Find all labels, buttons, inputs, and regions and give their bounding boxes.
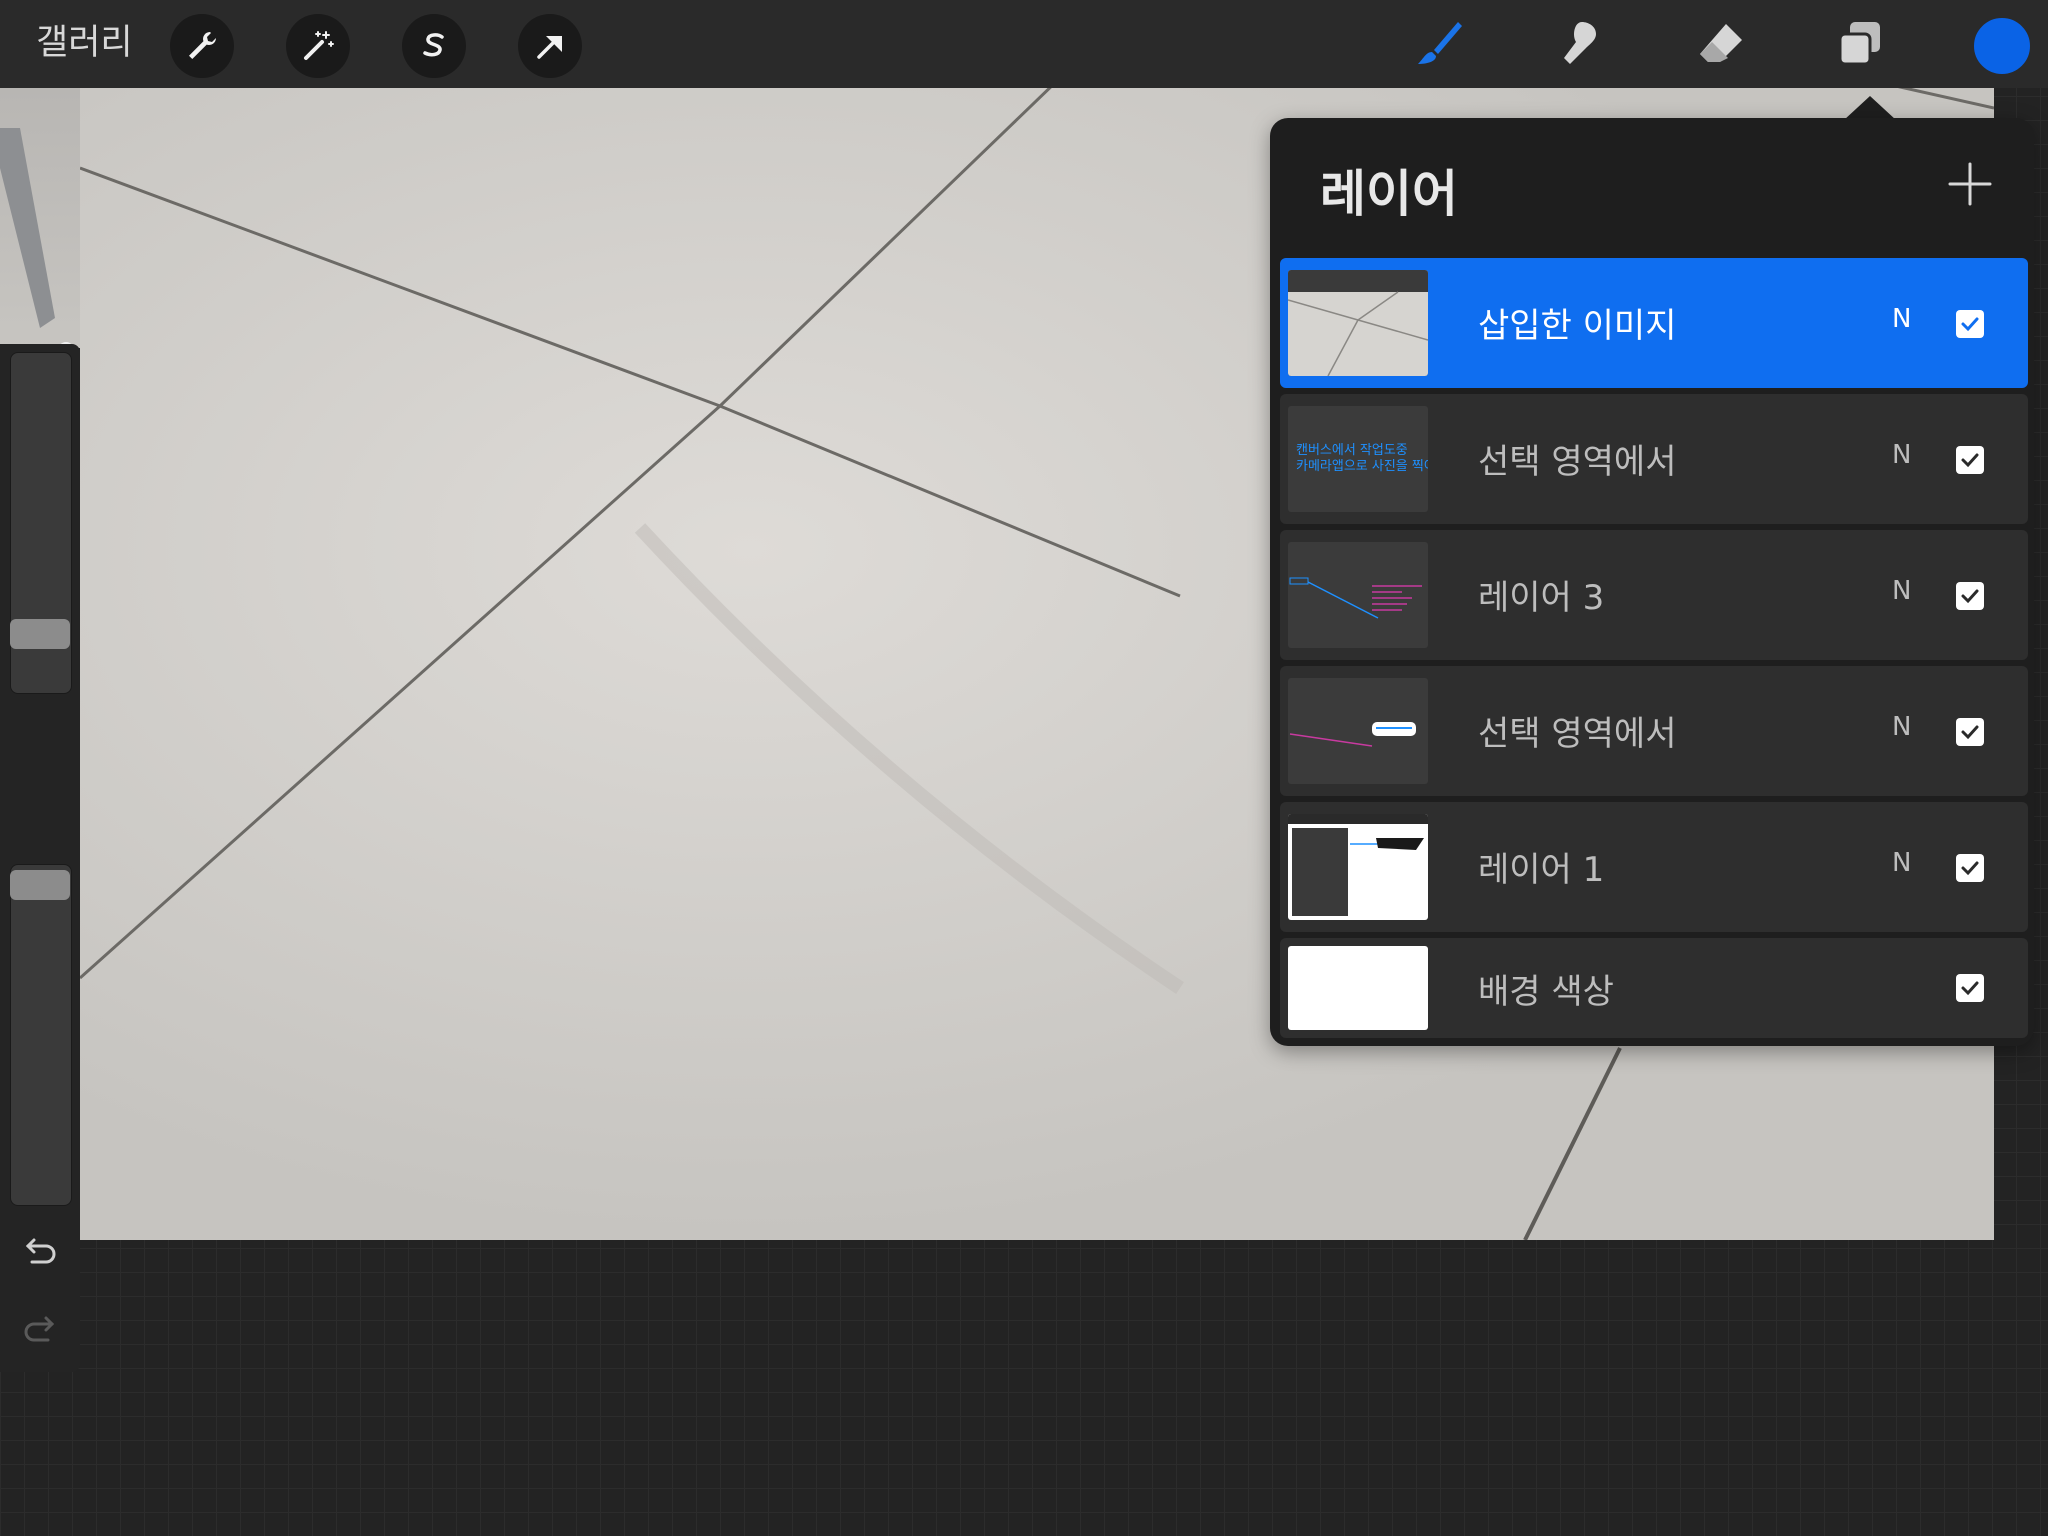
visibility-checkbox[interactable] [1956, 582, 1984, 610]
plus-icon[interactable] [1946, 160, 1994, 208]
brush-size-handle[interactable] [10, 619, 70, 649]
layer-thumbnail [1288, 542, 1428, 648]
selection-s-icon[interactable] [402, 14, 466, 78]
blend-mode-button[interactable]: N [1892, 848, 1911, 878]
magic-wand-icon[interactable] [286, 14, 350, 78]
layers-panel: 레이어 삽입한 이미지 N 캔버스에서 작업도중 카메라앱으로 사진을 찍어 선… [1270, 118, 2034, 1046]
brush-icon-glyph [1418, 22, 1462, 64]
visibility-checkbox[interactable] [1956, 974, 1984, 1002]
layer-row-layer-3[interactable]: 레이어 3 N [1280, 530, 2028, 660]
layer-row-from-selection-2[interactable]: 선택 영역에서 N [1280, 666, 2028, 796]
selection-s-icon-glyph [423, 33, 444, 57]
layer-thumbnail [1288, 678, 1428, 784]
checkmark-icon [1961, 317, 1979, 332]
layers-icon-glyph [1838, 22, 1880, 66]
layers-panel-title: 레이어 [1320, 165, 1458, 223]
smudge-icon[interactable] [1548, 12, 1612, 76]
blend-mode-button[interactable]: N [1892, 712, 1911, 742]
layer-name: 선택 영역에서 [1478, 714, 1677, 754]
checkmark-icon [1961, 453, 1979, 468]
selection-thumbnail-image [1289, 722, 1416, 747]
magic-wand-icon-glyph [304, 31, 334, 60]
blend-mode-button[interactable]: N [1892, 304, 1911, 334]
thumb-text-line-1: 캔버스에서 작업도중 [1296, 443, 1408, 458]
eraser-icon[interactable] [1688, 12, 1752, 76]
layer-name: 삽입한 이미지 [1478, 306, 1677, 346]
layer-row-from-selection-1[interactable]: 캔버스에서 작업도중 카메라앱으로 사진을 찍어 선택 영역에서 N [1280, 394, 2028, 524]
smudge-icon-glyph [1564, 22, 1596, 64]
layer-name: 레이어 3 [1478, 578, 1605, 618]
layer-row-layer-1[interactable]: 레이어 1 N [1280, 802, 2028, 932]
arrow-transform-icon-glyph [537, 36, 562, 59]
blend-mode-button[interactable]: N [1892, 440, 1911, 470]
brush-icon[interactable] [1408, 12, 1472, 76]
layer-thumbnail [1288, 270, 1428, 376]
arrow-transform-icon[interactable] [518, 14, 582, 78]
background-color-swatch [1288, 946, 1428, 1030]
checkmark-icon [1961, 981, 1979, 996]
top-toolbar: 갤러리 [0, 0, 2048, 88]
layer-row-inserted-image[interactable]: 삽입한 이미지 N [1280, 258, 2028, 388]
checkmark-icon [1961, 861, 1979, 876]
line-sketch-thumbnail-image [1289, 577, 1422, 619]
wrench-icon-glyph [189, 32, 216, 59]
opacity-slider[interactable] [10, 864, 72, 1206]
checkmark-icon [1961, 725, 1979, 740]
gallery-button[interactable]: 갤러리 [36, 18, 133, 68]
wrench-icon[interactable] [170, 14, 234, 78]
handwriting-thumbnail-image: 캔버스에서 작업도중 카메라앱으로 사진을 찍어 [1296, 443, 1428, 474]
layer-thumbnail [1288, 814, 1428, 920]
layer-name: 선택 영역에서 [1478, 442, 1677, 482]
redo-icon[interactable] [20, 1310, 60, 1350]
eraser-icon-glyph [1700, 24, 1742, 62]
chair-leg-image [0, 128, 74, 358]
left-sidebar [0, 344, 80, 1372]
photo-thumbnail-image [1288, 270, 1428, 376]
panel-pointer [1844, 96, 1896, 120]
checkmark-icon [1961, 589, 1979, 604]
layer-name: 배경 색상 [1478, 972, 1614, 1012]
layers-icon[interactable] [1828, 12, 1892, 76]
undo-icon[interactable] [20, 1232, 60, 1272]
screenshot-thumbnail-image [1288, 814, 1428, 920]
visibility-checkbox[interactable] [1956, 310, 1984, 338]
blend-mode-button[interactable]: N [1892, 576, 1911, 606]
visibility-checkbox[interactable] [1956, 718, 1984, 746]
canvas-photo-edge [0, 88, 80, 358]
visibility-checkbox[interactable] [1956, 446, 1984, 474]
visibility-checkbox[interactable] [1956, 854, 1984, 882]
layer-row-background-color[interactable]: 배경 색상 [1280, 938, 2028, 1038]
thumb-text-line-2: 카메라앱으로 사진을 찍어 [1296, 459, 1428, 474]
layer-name: 레이어 1 [1478, 850, 1605, 890]
opacity-handle[interactable] [10, 870, 70, 900]
color-picker-button[interactable] [1972, 16, 2032, 76]
layer-thumbnail: 캔버스에서 작업도중 카메라앱으로 사진을 찍어 [1288, 406, 1428, 512]
